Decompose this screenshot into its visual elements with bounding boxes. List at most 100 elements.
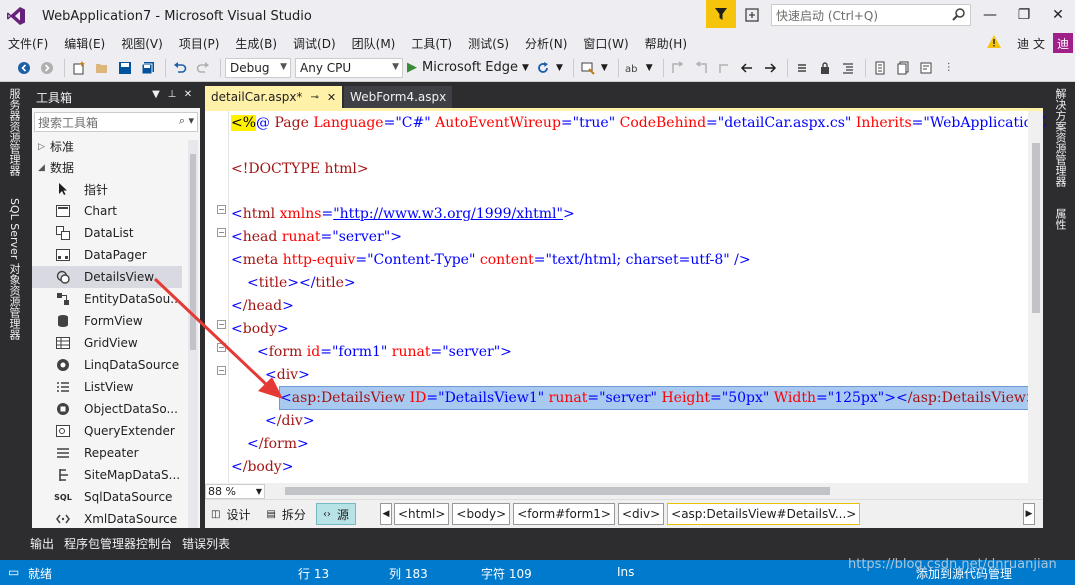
- pin-icon[interactable]: ⊥: [164, 89, 180, 100]
- breadcrumb-next-icon[interactable]: ▶: [1023, 503, 1035, 525]
- document-icon[interactable]: [870, 58, 890, 78]
- solution-explorer-tab[interactable]: 解决方案资源管理器: [1052, 88, 1068, 187]
- configuration-select[interactable]: Debug ▼: [225, 57, 291, 78]
- breadcrumb-detailsview[interactable]: <asp:DetailsView#DetailsV...>: [667, 503, 861, 525]
- breadcrumb-html[interactable]: <html>: [393, 503, 450, 525]
- undo-icon[interactable]: [170, 58, 190, 78]
- toolbox-item-gridview[interactable]: GridView: [32, 332, 182, 354]
- close-icon[interactable]: ✕: [327, 91, 336, 104]
- pin-icon[interactable]: ⊸: [310, 92, 318, 103]
- notifications-icon[interactable]: [740, 4, 764, 26]
- menu-edit[interactable]: 编辑(E): [56, 35, 113, 52]
- menu-analyze[interactable]: 分析(N): [517, 35, 575, 52]
- toolbox-item-chart[interactable]: Chart: [32, 200, 182, 222]
- arrow-right-icon[interactable]: [760, 58, 780, 78]
- server-explorer-tab[interactable]: 服务器资源管理器: [6, 88, 22, 176]
- toolbox-item-listview[interactable]: ListView: [32, 376, 182, 398]
- arrow-left-icon[interactable]: [737, 58, 757, 78]
- chevron-down-icon[interactable]: ▼: [522, 63, 529, 73]
- comment-icon[interactable]: [792, 58, 812, 78]
- indent-icon[interactable]: [838, 58, 858, 78]
- toolbox-item-pointer[interactable]: 指针: [32, 178, 182, 200]
- design-view-button[interactable]: ◫ 设计: [205, 503, 256, 525]
- menu-team[interactable]: 团队(M): [344, 35, 404, 52]
- breadcrumb-form[interactable]: <form#form1>: [513, 503, 615, 525]
- outline-icon[interactable]: [916, 58, 936, 78]
- close-button[interactable]: ✕: [1041, 0, 1075, 30]
- navigate-forward-icon[interactable]: [37, 58, 57, 78]
- menu-help[interactable]: 帮助(H): [637, 35, 695, 52]
- new-project-icon[interactable]: [69, 58, 89, 78]
- bookmark-next-icon[interactable]: [691, 58, 711, 78]
- toolbox-item-linqdatasource[interactable]: LinqDataSource: [32, 354, 182, 376]
- avatar[interactable]: 迪: [1053, 33, 1073, 53]
- quick-launch-input[interactable]: 快速启动 (Ctrl+Q): [771, 4, 971, 26]
- package-manager-console-tab[interactable]: 程序包管理器控制台: [64, 535, 172, 552]
- platform-select[interactable]: Any CPU ▼: [295, 57, 403, 78]
- source-view-button[interactable]: ‹› 源: [315, 503, 356, 525]
- navigate-back-icon[interactable]: [14, 58, 34, 78]
- scrollbar-thumb[interactable]: [190, 154, 196, 350]
- code-text-area[interactable]: − − − − − <%@ Page Language="C#" AutoEve…: [205, 108, 1075, 486]
- chevron-down-icon[interactable]: ▼: [148, 89, 164, 100]
- toolbox-scrollbar[interactable]: [188, 140, 198, 528]
- breadcrumb-prev-icon[interactable]: ◀: [379, 503, 392, 525]
- toolbar-overflow-icon[interactable]: ⋮: [939, 58, 959, 78]
- menu-view[interactable]: 视图(V): [113, 35, 171, 52]
- format-icon[interactable]: ab: [623, 58, 643, 78]
- redo-icon[interactable]: [193, 58, 213, 78]
- lock-icon[interactable]: [815, 58, 835, 78]
- menu-test[interactable]: 测试(S): [460, 35, 517, 52]
- warning-icon[interactable]: [987, 35, 1002, 51]
- zoom-select[interactable]: 88 % ▼: [205, 483, 265, 499]
- toolbox-item-xmldatasource[interactable]: XmlDataSource: [32, 508, 182, 530]
- toolbox-item-queryextender[interactable]: QueryExtender: [32, 420, 182, 442]
- toolbox-item-sqldatasource[interactable]: SQL SqlDataSource: [32, 486, 182, 508]
- open-file-icon[interactable]: [92, 58, 112, 78]
- feedback-filter-icon[interactable]: [706, 0, 736, 28]
- bookmark-prev-icon[interactable]: [668, 58, 688, 78]
- bookmark-toggle-icon[interactable]: [714, 58, 734, 78]
- toolbox-item-detailsview[interactable]: DetailsView: [32, 266, 182, 288]
- user-name[interactable]: 迪 文: [1017, 35, 1045, 52]
- chevron-down-icon[interactable]: ▼: [556, 63, 563, 73]
- toolbox-item-sitemapdatasource[interactable]: SiteMapDataS...: [32, 464, 182, 486]
- toolbox-search-input[interactable]: 搜索工具箱 ⌕ ▾: [34, 112, 198, 132]
- toolbox-item-formview[interactable]: FormView: [32, 310, 182, 332]
- chevron-down-icon[interactable]: ▼: [646, 63, 653, 73]
- menu-debug[interactable]: 调试(D): [285, 35, 344, 52]
- copy-document-icon[interactable]: [893, 58, 913, 78]
- fold-toggle-icon[interactable]: −: [217, 205, 226, 214]
- scrollbar-thumb[interactable]: [1032, 143, 1040, 313]
- toolbox-item-repeater[interactable]: Repeater: [32, 442, 182, 464]
- fold-toggle-icon[interactable]: −: [217, 343, 226, 352]
- toolbox-item-entitydatasource[interactable]: EntityDataSou...: [32, 288, 182, 310]
- split-view-button[interactable]: ▤ 拆分: [260, 503, 311, 525]
- toolbox-group-standard[interactable]: ▷ 标准: [32, 136, 200, 157]
- close-icon[interactable]: ✕: [180, 89, 196, 100]
- fold-toggle-icon[interactable]: −: [217, 366, 226, 375]
- toolbox-item-datalist[interactable]: DataList: [32, 222, 182, 244]
- toolbox-group-data[interactable]: ◢ 数据: [32, 157, 200, 178]
- save-icon[interactable]: [115, 58, 135, 78]
- toolbox-item-objectdatasource[interactable]: ObjectDataSo...: [32, 398, 182, 420]
- horizontal-scrollbar-thumb[interactable]: [285, 487, 830, 495]
- breadcrumb-body[interactable]: <body>: [452, 503, 511, 525]
- properties-tab[interactable]: 属性: [1052, 208, 1068, 230]
- menu-build[interactable]: 生成(B): [227, 35, 285, 52]
- toolbox-item-datapager[interactable]: DataPager: [32, 244, 182, 266]
- run-button[interactable]: ▶ Microsoft Edge ▼: [407, 60, 529, 75]
- breadcrumb-div[interactable]: <div>: [617, 503, 665, 525]
- fold-toggle-icon[interactable]: −: [217, 320, 226, 329]
- browser-link-icon[interactable]: [578, 58, 598, 78]
- editor-vertical-scrollbar[interactable]: [1028, 111, 1043, 486]
- chevron-down-icon[interactable]: ▼: [601, 63, 608, 73]
- refresh-icon[interactable]: [533, 58, 553, 78]
- menu-file[interactable]: 文件(F): [0, 35, 56, 52]
- menu-tools[interactable]: 工具(T): [403, 35, 460, 52]
- error-list-tab[interactable]: 错误列表: [182, 535, 230, 552]
- sql-server-object-explorer-tab[interactable]: SQL Server 对象资源管理器: [6, 198, 22, 340]
- maximize-button[interactable]: ❐: [1007, 0, 1041, 30]
- tab-webform4[interactable]: WebForm4.aspx: [344, 86, 453, 108]
- fold-toggle-icon[interactable]: −: [217, 228, 226, 237]
